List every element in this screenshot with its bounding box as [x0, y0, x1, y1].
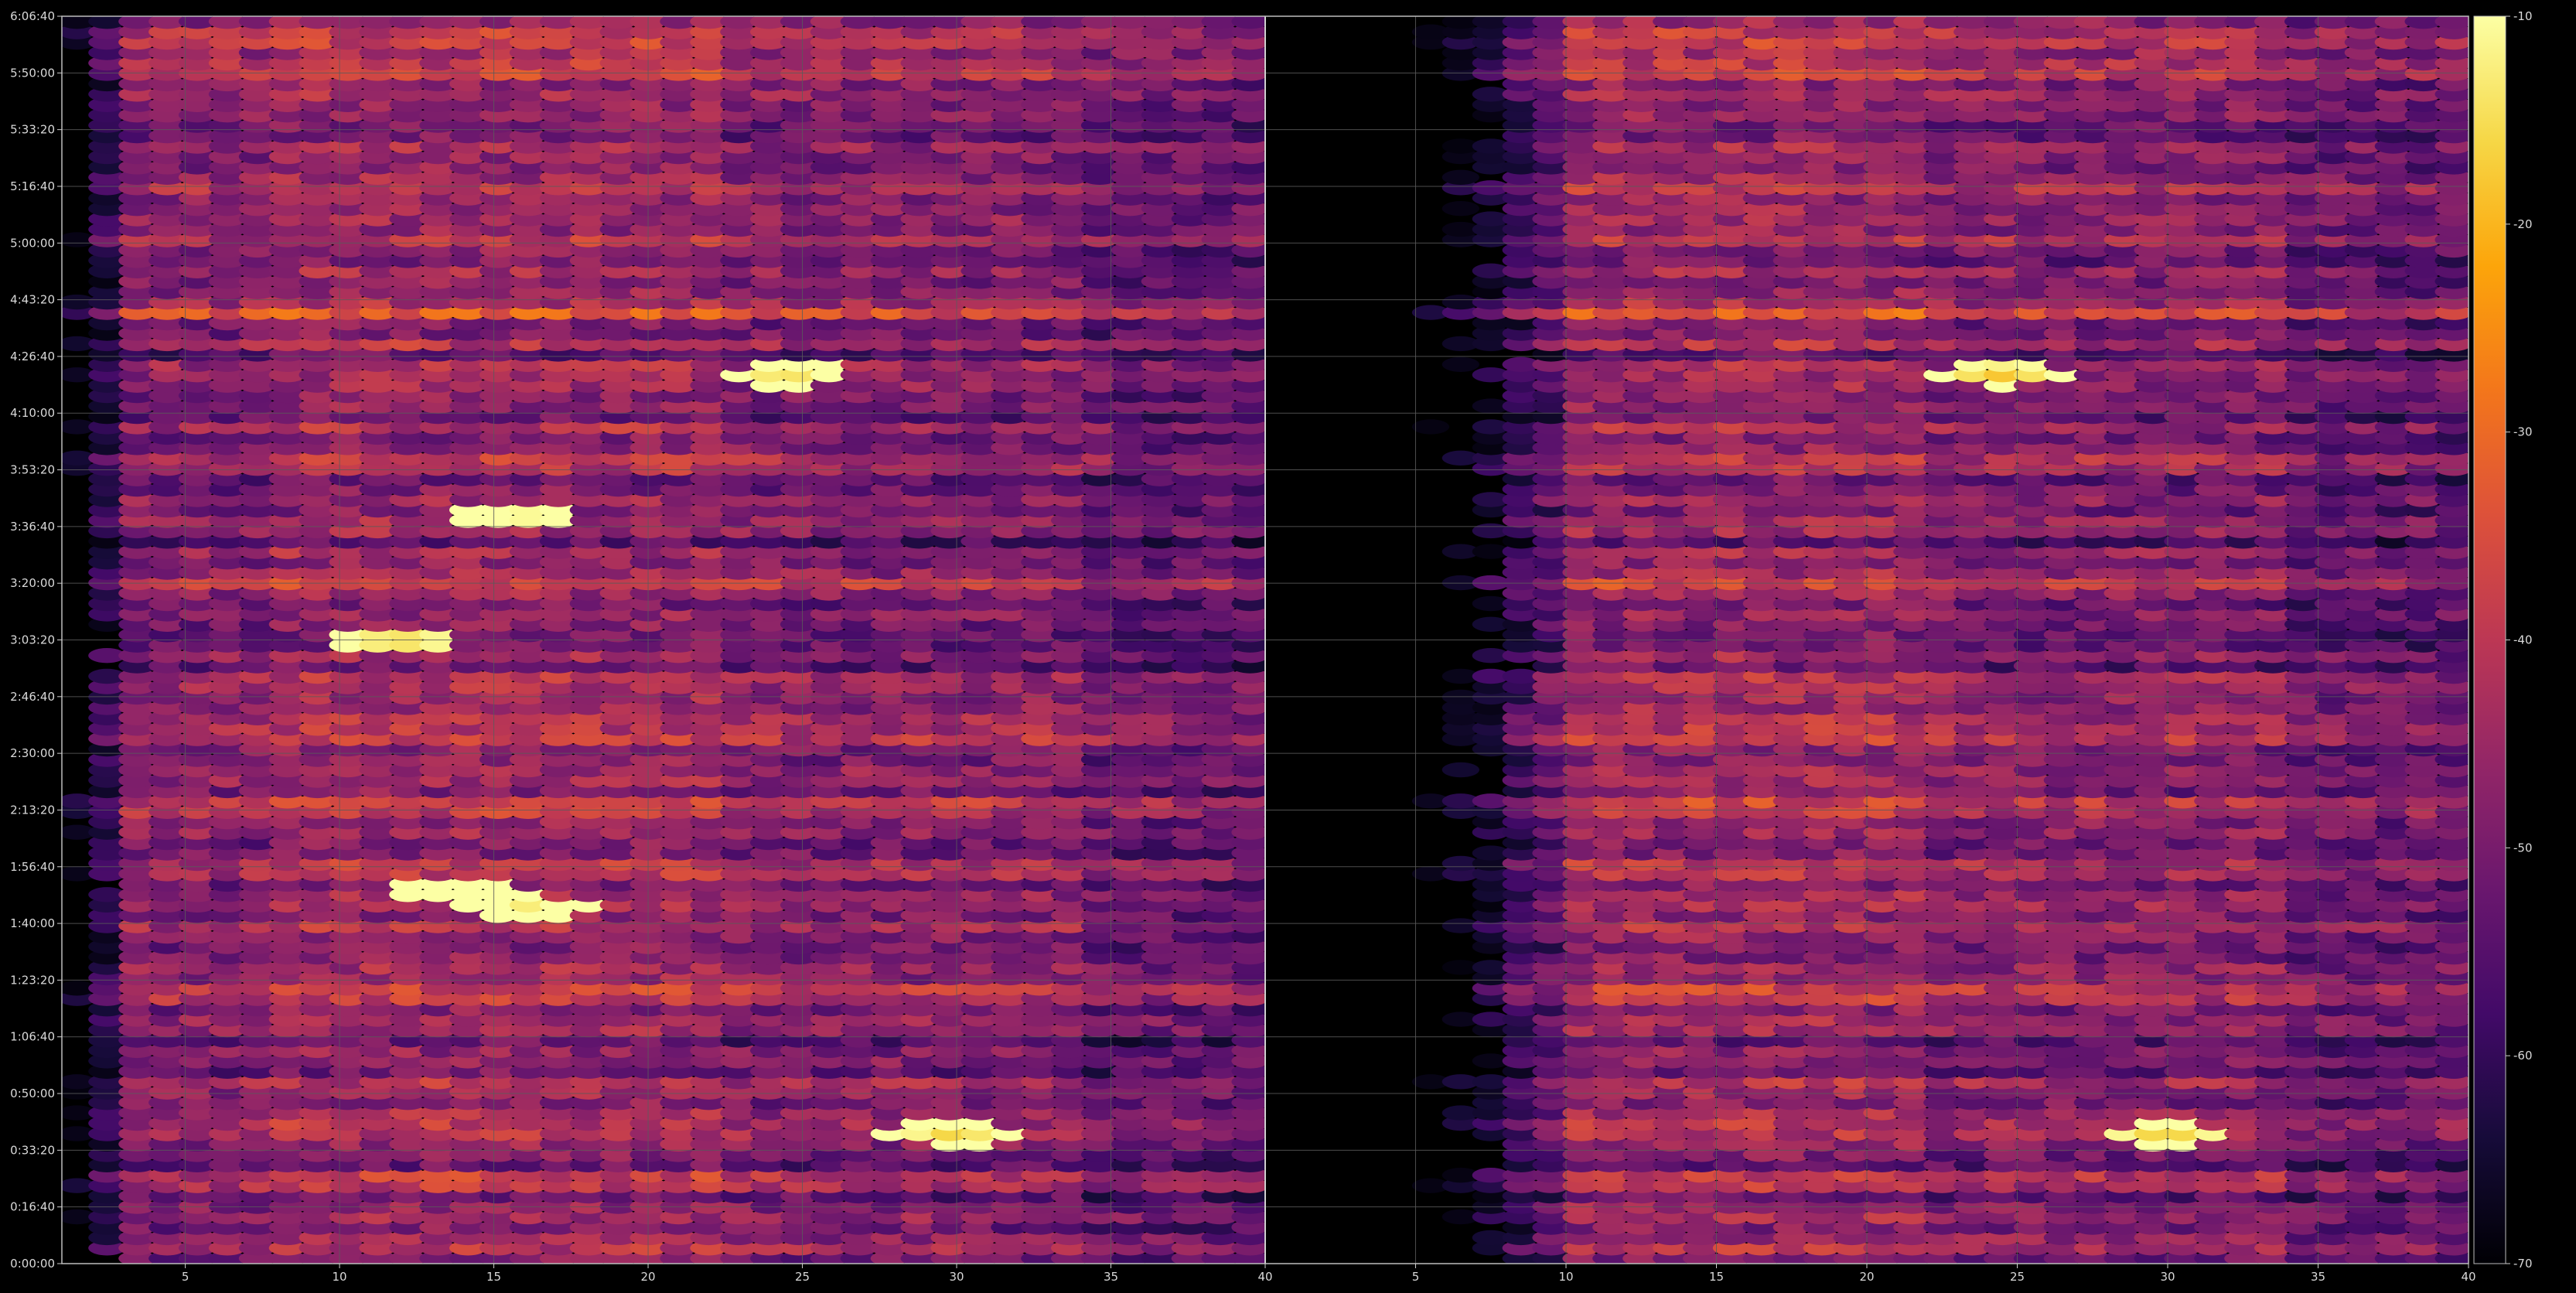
- heatmap-figure: 0:00:000:16:400:33:200:50:001:06:401:23:…: [10, 9, 2532, 1284]
